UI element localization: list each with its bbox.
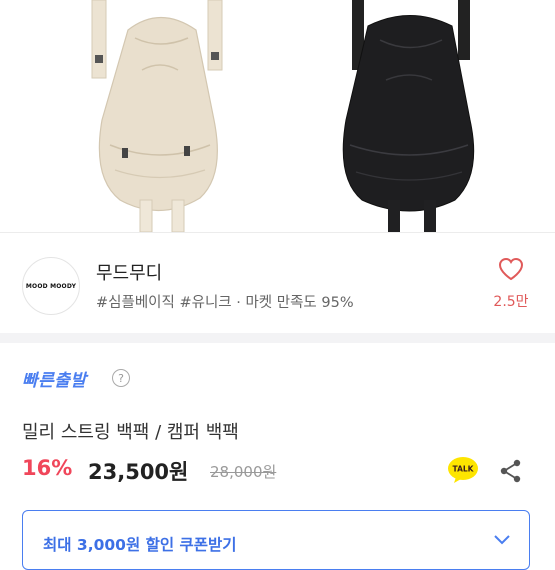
original-price: 28,000원 [210,463,277,481]
like-count: 2.5만 [493,294,529,310]
share-icon[interactable] [498,458,524,484]
shop-logo[interactable]: MOOD MOODY [22,257,80,315]
talk-label: TALK [453,465,475,474]
shop-info-row[interactable]: MOOD MOODY 무드무디 #심플베이직 #유니크 · 마켓 만족도 95%… [0,233,555,333]
product-images [91,0,475,232]
fast-shipping-badge: 빠른출발 [22,371,87,391]
beige-backpack-image [91,0,223,232]
shop-tags: #심플베이직 #유니크 · 마켓 만족도 95% [96,295,354,311]
product-title: 밀리 스트링 백팩 / 캠퍼 백팩 [22,422,239,443]
shop-name[interactable]: 무드무디 [96,259,162,285]
black-backpack-image [342,0,475,232]
kakao-talk-icon[interactable]: TALK [447,456,479,484]
product-image-area[interactable] [0,0,555,232]
shop-logo-text: MOOD MOODY [25,282,77,290]
sale-price: 23,500원 [88,460,189,484]
coupon-button[interactable]: 최대 3,000원 할인 쿠폰받기 [22,510,530,570]
discount-rate: 16% [22,456,73,480]
like-button[interactable]: 2.5만 [486,257,536,313]
section-divider [0,333,555,343]
heart-icon [498,257,524,281]
chevron-down-icon [494,535,510,545]
help-icon[interactable]: ? [112,369,130,387]
coupon-label: 최대 3,000원 할인 쿠폰받기 [43,536,237,554]
